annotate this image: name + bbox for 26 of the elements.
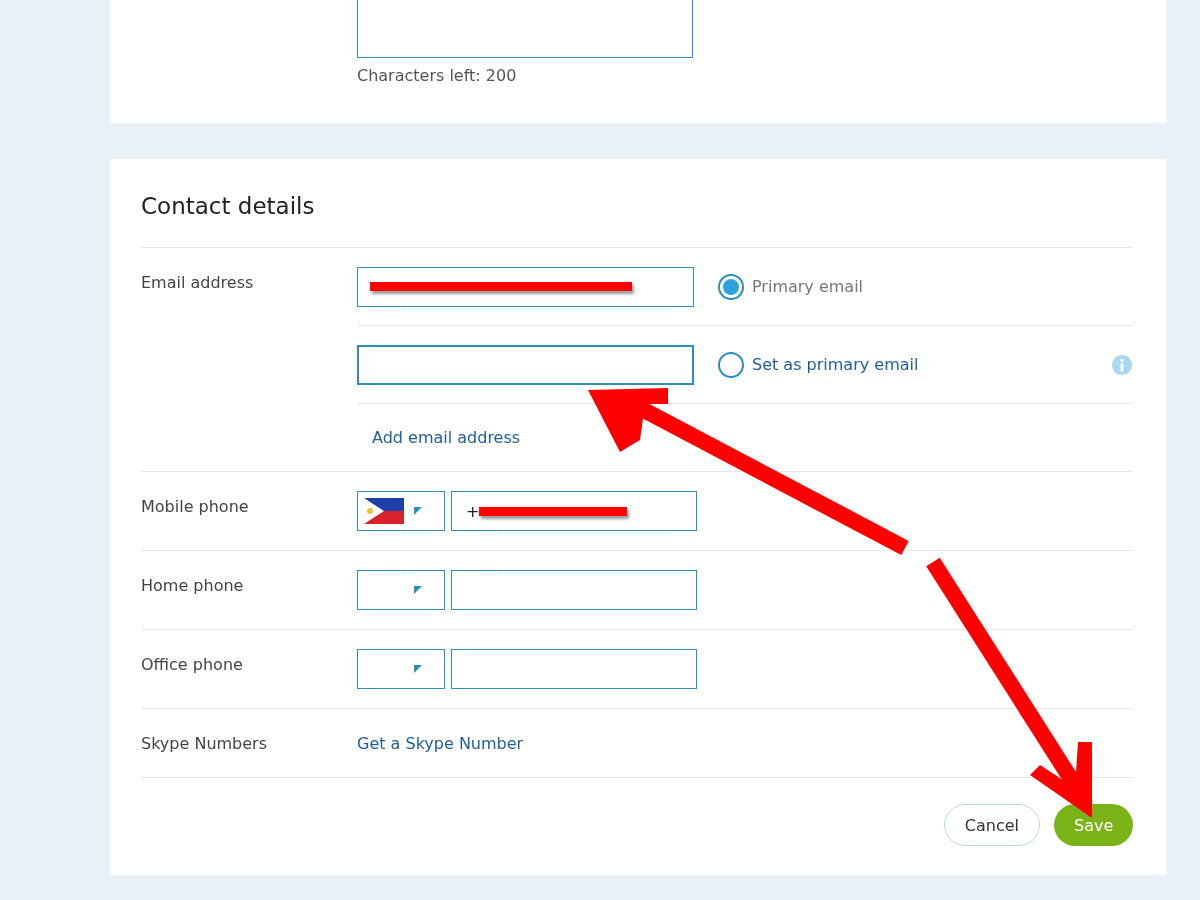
field-label: Office phone <box>141 654 244 674</box>
email-field[interactable] <box>357 266 694 307</box>
radio-label[interactable]: Set as primary email <box>752 355 919 374</box>
caret-icon <box>414 586 422 594</box>
skype-number-link[interactable]: Get a Skype Number <box>357 733 524 753</box>
flag-icon <box>364 498 404 524</box>
radio-button[interactable] <box>718 351 744 378</box>
field-label: Mobile phone <box>141 496 250 516</box>
phone-field[interactable] <box>451 649 697 689</box>
radio-button[interactable] <box>718 273 744 300</box>
field-label: Home phone <box>141 575 245 595</box>
cancel-button[interactable]: Cancel <box>943 804 1040 846</box>
caret-icon <box>414 507 422 515</box>
characters-left-text: Characters left: 200 <box>357 66 518 85</box>
field-label: Skype Numbers <box>141 733 268 753</box>
phone-field[interactable] <box>451 570 697 610</box>
caret-icon <box>414 665 422 673</box>
phone-value: + <box>466 501 480 521</box>
radio-label[interactable]: Primary email <box>752 277 864 296</box>
phone-field[interactable]: + <box>451 491 697 531</box>
field-label: Email address <box>141 272 255 294</box>
country-dropdown[interactable] <box>357 491 445 531</box>
text-area[interactable] <box>357 0 693 58</box>
section-heading: Contact details <box>141 192 316 219</box>
email-field[interactable] <box>357 344 694 385</box>
add-email-link[interactable]: Add email address <box>372 428 521 447</box>
